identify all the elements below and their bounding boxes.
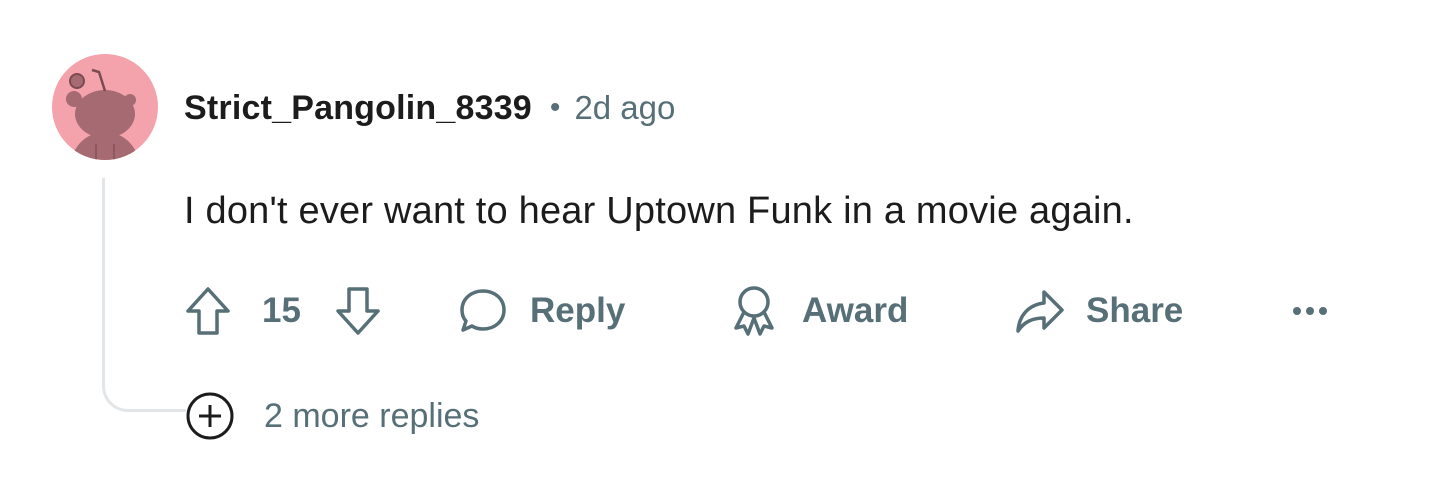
action-bar: Reply Award Share xyxy=(0,282,1442,340)
more-replies-button[interactable]: 2 more replies xyxy=(184,390,479,442)
username[interactable]: Strict_Pangolin_8339 xyxy=(184,89,532,128)
downvote-button[interactable] xyxy=(334,282,382,340)
share-arrow-icon xyxy=(1016,290,1064,333)
award-label: Award xyxy=(802,291,909,330)
comment: Strict_Pangolin_8339 • 2d ago I don't ev… xyxy=(0,0,1442,492)
timestamp[interactable]: 2d ago xyxy=(574,89,675,127)
ellipsis-icon xyxy=(1293,307,1327,315)
separator-dot: • xyxy=(549,91,561,124)
downvote-arrow-icon xyxy=(336,287,380,335)
comment-header: Strict_Pangolin_8339 • 2d ago xyxy=(184,84,675,132)
reply-label: Reply xyxy=(530,291,626,330)
ribbon-award-icon xyxy=(734,286,774,336)
snoo-avatar-icon xyxy=(66,68,139,160)
plus-circle-icon xyxy=(186,392,234,440)
vote-count: 15 xyxy=(262,291,301,330)
award-button[interactable]: Award xyxy=(730,282,908,340)
avatar[interactable] xyxy=(52,54,158,160)
share-label: Share xyxy=(1086,291,1184,330)
more-options-button[interactable] xyxy=(1290,282,1330,340)
speech-bubble-icon xyxy=(460,289,506,332)
more-replies-label: 2 more replies xyxy=(264,396,480,435)
upvote-button[interactable] xyxy=(184,282,232,340)
comment-text: I don't ever want to hear Uptown Funk in… xyxy=(184,190,1134,232)
share-button[interactable]: Share xyxy=(1014,282,1183,340)
reply-button[interactable]: Reply xyxy=(458,282,625,340)
upvote-arrow-icon xyxy=(186,287,230,335)
